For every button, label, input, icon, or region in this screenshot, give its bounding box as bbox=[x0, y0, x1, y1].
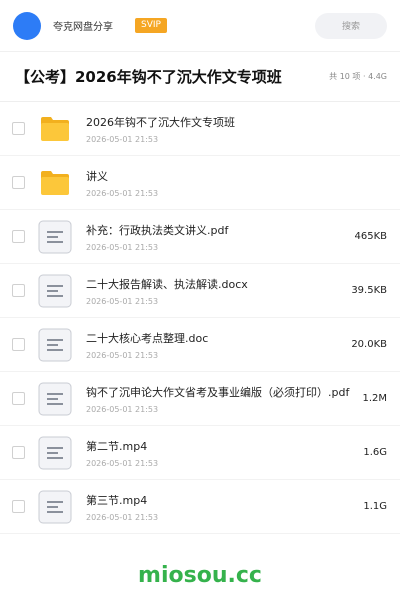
page-title: 【公考】2026年钩不了沉大作文专项班 bbox=[15, 68, 282, 86]
file-date: 2026-05-01 21:53 bbox=[86, 404, 159, 414]
app-name: 夸克网盘分享 bbox=[53, 22, 113, 33]
avatar[interactable] bbox=[13, 11, 41, 40]
file-info: 第二节.mp4 2026-05-01 21:53 bbox=[86, 438, 357, 468]
file-info: 二十大核心考点整理.doc 2026-05-01 21:53 bbox=[86, 330, 345, 360]
file-row[interactable]: 2026年钩不了沉大作文专项班 2026-05-01 21:53 bbox=[0, 102, 400, 156]
file-date: 2026-05-01 21:53 bbox=[86, 188, 159, 198]
file-size: 1.6G bbox=[363, 447, 387, 458]
document-icon bbox=[38, 490, 72, 524]
file-name: 补充：行政执法类文讲义.pdf bbox=[86, 223, 229, 237]
search-input[interactable]: 搜索 bbox=[315, 12, 387, 39]
file-date: 2026-05-01 21:53 bbox=[86, 512, 159, 522]
select-checkbox[interactable] bbox=[12, 122, 25, 135]
select-checkbox[interactable] bbox=[12, 446, 25, 459]
file-name: 第三节.mp4 bbox=[86, 493, 148, 507]
file-date: 2026-05-01 21:53 bbox=[86, 296, 159, 306]
document-icon bbox=[38, 220, 72, 254]
document-icon bbox=[38, 274, 72, 308]
folder-icon bbox=[38, 112, 72, 146]
file-row[interactable]: 讲义 2026-05-01 21:53 bbox=[0, 156, 400, 210]
file-size: 465KB bbox=[354, 231, 387, 242]
file-row[interactable]: 第三节.mp4 2026-05-01 21:53 1.1G bbox=[0, 480, 400, 534]
share-meta: 共 10 项 · 4.4G bbox=[329, 72, 387, 81]
file-size: 1.2M bbox=[362, 393, 387, 404]
file-size: 39.5KB bbox=[351, 285, 387, 296]
file-info: 第三节.mp4 2026-05-01 21:53 bbox=[86, 492, 357, 522]
select-checkbox[interactable] bbox=[12, 176, 25, 189]
document-icon bbox=[38, 436, 72, 470]
document-icon bbox=[38, 328, 72, 362]
file-date: 2026-05-01 21:53 bbox=[86, 134, 159, 144]
file-name: 第二节.mp4 bbox=[86, 439, 148, 453]
top-header: 夸克网盘分享 SVIP 搜索 bbox=[0, 0, 400, 52]
file-name: 钩不了沉申论大作文省考及事业编版（必须打印）.pdf bbox=[86, 385, 350, 399]
file-info: 二十大报告解读、执法解读.docx 2026-05-01 21:53 bbox=[86, 276, 345, 306]
search-placeholder: 搜索 bbox=[341, 22, 360, 32]
file-date: 2026-05-01 21:53 bbox=[86, 458, 159, 468]
file-size: 1.1G bbox=[363, 501, 387, 512]
file-row[interactable]: 钩不了沉申论大作文省考及事业编版（必须打印）.pdf 2026-05-01 21:… bbox=[0, 372, 400, 426]
file-info: 钩不了沉申论大作文省考及事业编版（必须打印）.pdf 2026-05-01 21:… bbox=[86, 384, 356, 414]
file-list: 2026年钩不了沉大作文专项班 2026-05-01 21:53 讲义 2026-05… bbox=[0, 102, 400, 534]
file-info: 2026年钩不了沉大作文专项班 2026-05-01 21:53 bbox=[86, 114, 381, 144]
svip-badge: SVIP bbox=[135, 18, 167, 33]
file-info: 讲义 2026-05-01 21:53 bbox=[86, 168, 381, 198]
file-row[interactable]: 二十大报告解读、执法解读.docx 2026-05-01 21:53 39.5KB bbox=[0, 264, 400, 318]
select-checkbox[interactable] bbox=[12, 284, 25, 297]
watermark: miosou.cc bbox=[138, 563, 262, 588]
document-icon bbox=[38, 382, 72, 416]
file-date: 2026-05-01 21:53 bbox=[86, 350, 159, 360]
file-info: 补充：行政执法类文讲义.pdf 2026-05-01 21:53 bbox=[86, 222, 348, 252]
folder-icon bbox=[38, 166, 72, 200]
file-row[interactable]: 第二节.mp4 2026-05-01 21:53 1.6G bbox=[0, 426, 400, 480]
share-title-bar: 【公考】2026年钩不了沉大作文专项班 共 10 项 · 4.4G bbox=[0, 52, 400, 102]
file-date: 2026-05-01 21:53 bbox=[86, 242, 159, 252]
file-size: 20.0KB bbox=[351, 339, 387, 350]
select-checkbox[interactable] bbox=[12, 392, 25, 405]
file-name: 讲义 bbox=[86, 169, 108, 183]
select-checkbox[interactable] bbox=[12, 230, 25, 243]
file-row[interactable]: 二十大核心考点整理.doc 2026-05-01 21:53 20.0KB bbox=[0, 318, 400, 372]
select-checkbox[interactable] bbox=[12, 500, 25, 513]
file-name: 二十大核心考点整理.doc bbox=[86, 331, 209, 345]
file-row[interactable]: 补充：行政执法类文讲义.pdf 2026-05-01 21:53 465KB bbox=[0, 210, 400, 264]
file-name: 2026年钩不了沉大作文专项班 bbox=[86, 115, 235, 129]
select-checkbox[interactable] bbox=[12, 338, 25, 351]
file-name: 二十大报告解读、执法解读.docx bbox=[86, 277, 248, 291]
